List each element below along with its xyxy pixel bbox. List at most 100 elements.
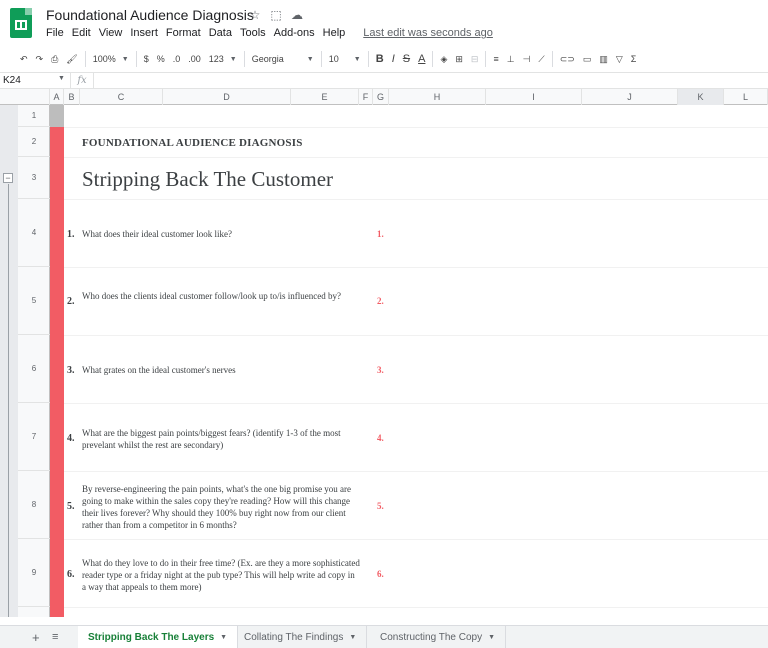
- horizontal-align-icon[interactable]: ≡: [489, 49, 502, 69]
- column-header-d[interactable]: D: [163, 89, 291, 105]
- sheet-heading[interactable]: Stripping Back The Customer: [82, 167, 333, 192]
- row-header-5[interactable]: 5: [18, 267, 50, 335]
- question-text[interactable]: What do they love to do in their free ti…: [82, 557, 360, 593]
- menu-edit[interactable]: Edit: [72, 27, 91, 39]
- percent-button[interactable]: %: [153, 49, 169, 69]
- answer-number[interactable]: 6.: [377, 569, 384, 579]
- strikethrough-button[interactable]: S: [399, 49, 414, 69]
- sheets-logo-icon[interactable]: [10, 8, 32, 38]
- menu-addons[interactable]: Add-ons: [274, 27, 315, 39]
- text-color-button[interactable]: A: [414, 49, 429, 69]
- undo-icon[interactable]: ↶: [16, 49, 32, 69]
- paint-format-icon[interactable]: 🖌: [62, 49, 81, 69]
- bold-button[interactable]: B: [372, 49, 388, 69]
- question-number[interactable]: 2.: [67, 296, 75, 307]
- more-formats-select[interactable]: 123 ▼: [205, 49, 241, 69]
- font-size-select[interactable]: 10 ▼: [325, 49, 365, 69]
- column-header-f[interactable]: F: [359, 89, 373, 105]
- chevron-down-icon[interactable]: ▼: [488, 634, 495, 641]
- increase-decimal-button[interactable]: .00: [184, 49, 205, 69]
- functions-icon[interactable]: Σ: [627, 49, 641, 69]
- tab-collating-the-findings[interactable]: Collating The Findings ▼: [234, 626, 368, 648]
- question-text[interactable]: What does their ideal customer look like…: [82, 228, 360, 240]
- row-header-2[interactable]: 2: [18, 127, 50, 157]
- decrease-decimal-button[interactable]: .0: [169, 49, 185, 69]
- collapse-group-icon[interactable]: −: [3, 173, 13, 183]
- column-header-c[interactable]: C: [80, 89, 163, 105]
- currency-button[interactable]: $: [140, 49, 153, 69]
- column-header-e[interactable]: E: [291, 89, 359, 105]
- folder-icon[interactable]: ⬚: [269, 8, 283, 22]
- column-header-h[interactable]: H: [389, 89, 486, 105]
- menu-view[interactable]: View: [99, 27, 123, 39]
- menu-insert[interactable]: Insert: [130, 27, 158, 39]
- cell-area[interactable]: FOUNDATIONAL AUDIENCE DIAGNOSIS Strippin…: [64, 105, 768, 617]
- insert-link-icon[interactable]: ⊂⊃: [556, 49, 579, 69]
- column-header-g[interactable]: G: [373, 89, 389, 105]
- column-header-a[interactable]: A: [50, 89, 64, 105]
- question-number[interactable]: 5.: [67, 501, 75, 512]
- zoom-select[interactable]: 100% ▼: [89, 49, 133, 69]
- question-text[interactable]: By reverse-engineering the pain points, …: [82, 483, 360, 531]
- toolbar-divider: [432, 51, 434, 67]
- question-text[interactable]: What are the biggest pain points/biggest…: [82, 427, 360, 451]
- add-sheet-icon[interactable]: +: [32, 630, 40, 645]
- column-header-i[interactable]: I: [486, 89, 582, 105]
- tab-stripping-back-the-layers[interactable]: Stripping Back The Layers ▼: [78, 626, 239, 648]
- menu-format[interactable]: Format: [166, 27, 201, 39]
- insert-chart-icon[interactable]: ▥: [595, 49, 612, 69]
- row-header-6[interactable]: 6: [18, 335, 50, 403]
- menu-help[interactable]: Help: [323, 27, 346, 39]
- fill-color-icon[interactable]: ◈: [436, 49, 451, 69]
- answer-number[interactable]: 3.: [377, 365, 384, 375]
- chevron-down-icon[interactable]: ▼: [349, 634, 356, 641]
- sheet-grid: − 1 2 3 4 5 6 7 8 9 FOUNDATIONAL AUDIENC…: [0, 105, 768, 617]
- insert-comment-icon[interactable]: ▭: [579, 49, 596, 69]
- menu-data[interactable]: Data: [209, 27, 232, 39]
- name-box[interactable]: K24: [3, 75, 21, 86]
- row-header-9[interactable]: 9: [18, 539, 50, 607]
- cloud-icon[interactable]: ☁: [290, 8, 304, 22]
- document-title[interactable]: Foundational Audience Diagnosis: [46, 7, 254, 23]
- text-rotate-icon[interactable]: ⟋: [534, 49, 548, 69]
- text-wrap-icon[interactable]: ⊣: [519, 49, 535, 69]
- all-sheets-icon[interactable]: ≡: [52, 631, 58, 643]
- star-icon[interactable]: ☆: [248, 8, 262, 22]
- menu-file[interactable]: File: [46, 27, 64, 39]
- column-header-l[interactable]: L: [724, 89, 768, 105]
- font-family-select[interactable]: Georgia ▼: [248, 49, 318, 69]
- chevron-down-icon: ▼: [353, 55, 361, 63]
- question-text[interactable]: Who does the clients ideal customer foll…: [82, 290, 360, 302]
- last-edit-link[interactable]: Last edit was seconds ago: [363, 27, 493, 39]
- chevron-down-icon[interactable]: ▼: [58, 75, 65, 82]
- column-header-b[interactable]: B: [64, 89, 80, 105]
- redo-icon[interactable]: ↷: [32, 49, 48, 69]
- chevron-down-icon[interactable]: ▼: [220, 634, 227, 641]
- filter-icon[interactable]: ▽: [612, 49, 627, 69]
- answer-number[interactable]: 4.: [377, 433, 384, 443]
- print-icon[interactable]: ⎙: [47, 49, 62, 69]
- answer-number[interactable]: 2.: [377, 296, 384, 306]
- row-header-1[interactable]: 1: [18, 105, 50, 127]
- row-header-4[interactable]: 4: [18, 199, 50, 267]
- row-header-8[interactable]: 8: [18, 471, 50, 539]
- answer-number[interactable]: 1.: [377, 229, 384, 239]
- column-header-j[interactable]: J: [582, 89, 678, 105]
- question-number[interactable]: 1.: [67, 229, 75, 240]
- vertical-align-icon[interactable]: ⊥: [503, 49, 519, 69]
- tab-constructing-the-copy[interactable]: Constructing The Copy ▼: [370, 626, 507, 648]
- answer-number[interactable]: 5.: [377, 501, 384, 511]
- select-all-corner[interactable]: [0, 89, 50, 105]
- row-header-3[interactable]: 3: [18, 157, 50, 199]
- row-header-7[interactable]: 7: [18, 403, 50, 471]
- question-number[interactable]: 3.: [67, 365, 75, 376]
- question-number[interactable]: 6.: [67, 569, 75, 580]
- sheet-subtitle[interactable]: FOUNDATIONAL AUDIENCE DIAGNOSIS: [82, 137, 303, 149]
- italic-button[interactable]: I: [388, 49, 399, 69]
- question-text[interactable]: What grates on the ideal customer's nerv…: [82, 364, 360, 376]
- question-number[interactable]: 4.: [67, 433, 75, 444]
- borders-icon[interactable]: ⊞: [451, 49, 467, 69]
- merge-cells-icon[interactable]: ⊟: [467, 49, 483, 69]
- menu-tools[interactable]: Tools: [240, 27, 266, 39]
- column-header-k[interactable]: K: [678, 89, 724, 105]
